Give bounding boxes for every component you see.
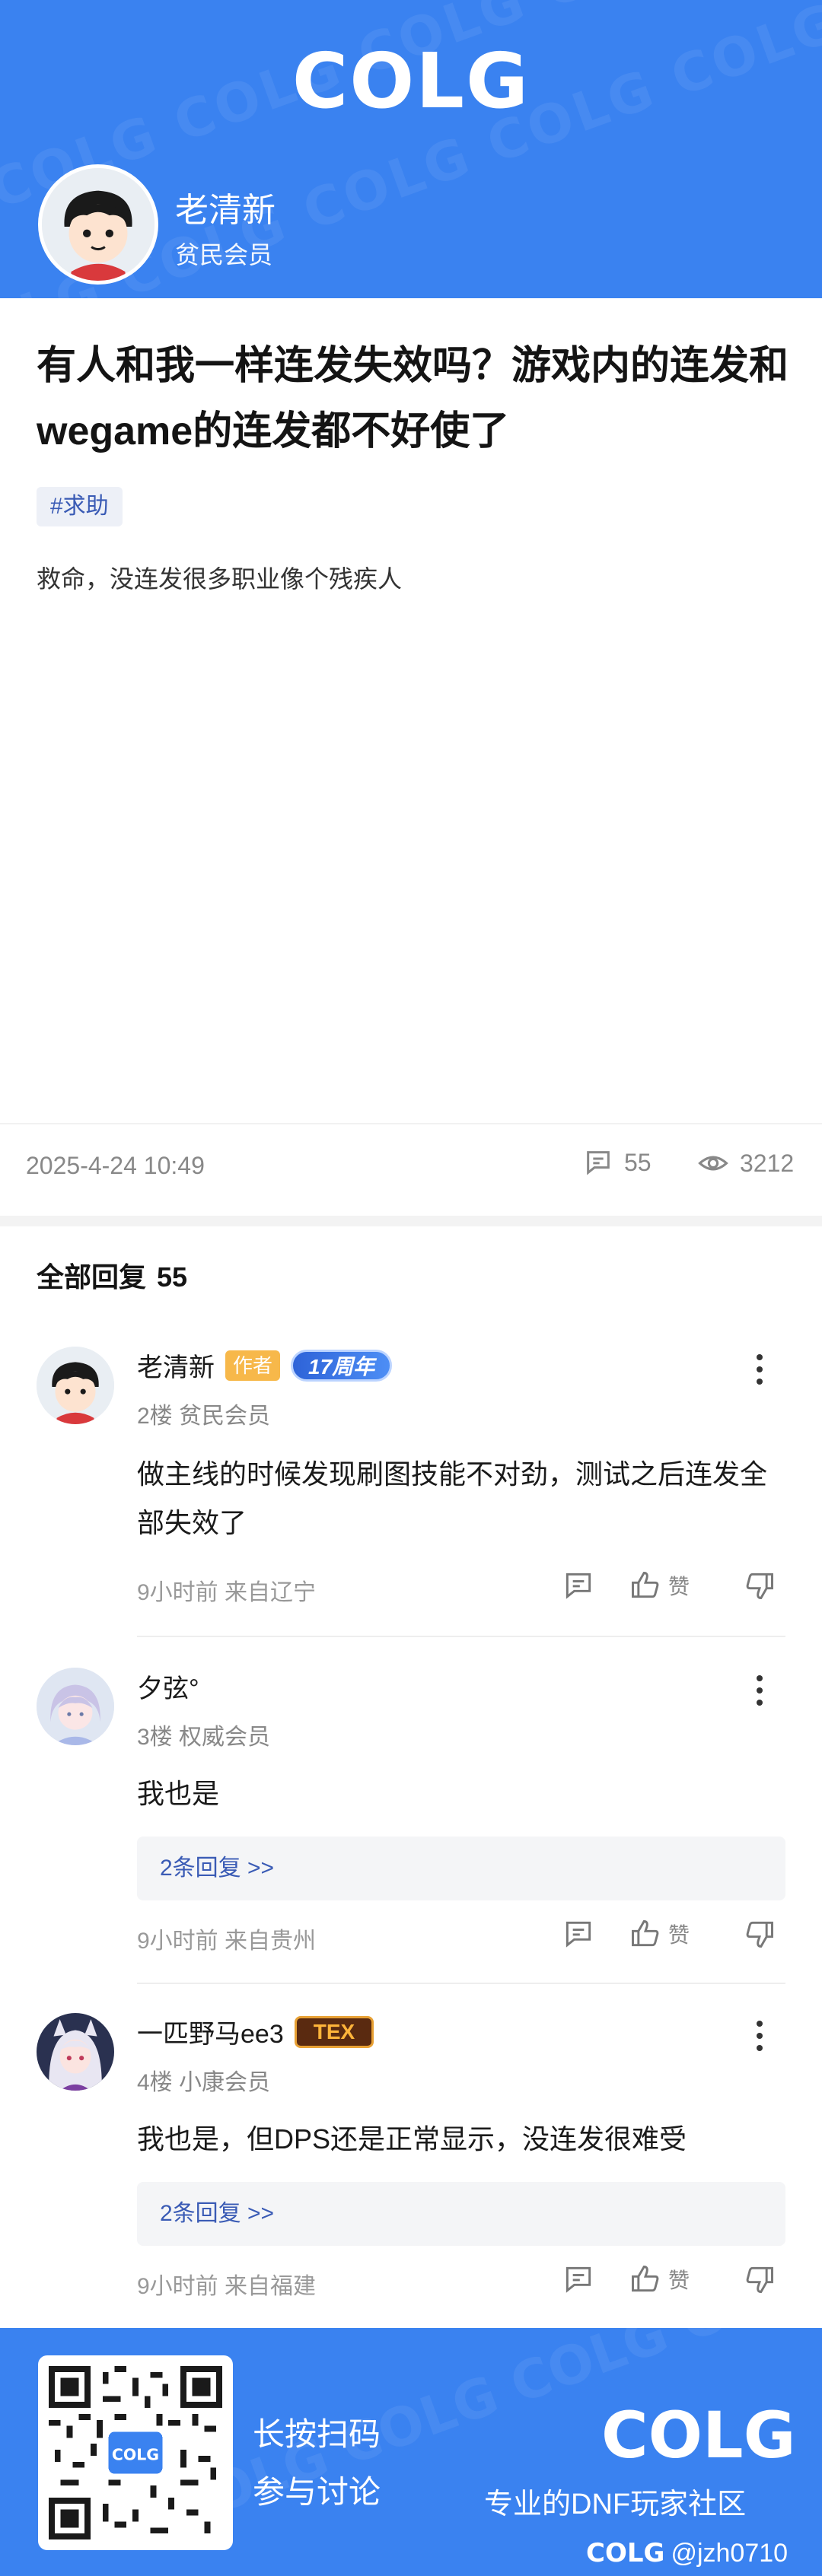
dislike-button[interactable] — [743, 2263, 776, 2296]
author-badge: 作者 — [225, 1350, 281, 1381]
view-count: 3212 — [697, 1147, 794, 1179]
svg-text:COLG: COLG — [112, 2445, 159, 2463]
comment-text: 做主线的时候发现刷图技能不对劲，测试之后连发全部失效了 — [137, 1458, 768, 1538]
author-rank: 贫民会员 — [175, 241, 273, 269]
thumbs-up-icon — [632, 2266, 659, 2292]
view-replies-link[interactable]: 2条回复 >> — [137, 2182, 785, 2246]
view-replies-link[interactable]: 2条回复 >> — [137, 1837, 785, 1900]
comment-author[interactable]: 夕弦° — [137, 1668, 199, 1705]
more-options-icon[interactable] — [750, 1675, 769, 1706]
header-banner: COLG COLG COLG COLG COLG COLG COLG COLG … — [0, 0, 822, 298]
user-watermark: COLG @jzh0710 — [586, 2538, 788, 2568]
comment-floor: 4楼 小康会员 — [137, 2070, 271, 2095]
scan-prompt-line2: 参与讨论 — [253, 2474, 381, 2510]
thumbs-down-icon — [746, 2266, 773, 2293]
reply-button[interactable] — [562, 1569, 595, 1602]
like-label: 赞 — [668, 1575, 690, 1598]
section-divider — [0, 1216, 822, 1226]
replies-heading-count: 55 — [157, 1261, 188, 1293]
reply-button[interactable] — [562, 2263, 595, 2296]
view-count-value: 3212 — [740, 1149, 795, 1177]
comment-count-value: 55 — [624, 1148, 652, 1176]
post-tag[interactable]: #求助 — [37, 487, 123, 526]
avatar[interactable] — [37, 1347, 114, 1424]
post-body: 救命，没连发很多职业像个残疾人 — [37, 565, 403, 593]
comment-divider — [137, 1636, 785, 1637]
comment-author-name: 老清新 — [137, 1353, 215, 1382]
comment-icon — [566, 2266, 591, 2293]
comment-text: 我也是，但DPS还是正常显示，没连发很难受 — [137, 2123, 687, 2155]
qr-code[interactable]: COLG — [38, 2355, 233, 2550]
thumbs-down-icon — [746, 1921, 773, 1948]
avatar[interactable] — [37, 2013, 114, 2091]
comment-divider — [137, 1983, 785, 1984]
replies-heading-label: 全部回复 — [37, 1261, 147, 1293]
comment-author-name: 一匹野马ee3 — [137, 2020, 284, 2049]
like-label: 赞 — [668, 2269, 690, 2292]
watermark-handle: @jzh0710 — [671, 2538, 789, 2568]
comment-icon — [587, 1151, 610, 1175]
comment-meta: 9小时前 来自贵州 — [137, 1929, 317, 1954]
more-options-icon[interactable] — [750, 2021, 769, 2051]
post-title: 有人和我一样连发失效吗？游戏内的连发和wegame的连发都不好使了 — [37, 344, 789, 453]
comment-author-name: 夕弦° — [137, 1674, 199, 1703]
reply-button[interactable] — [562, 1917, 595, 1951]
like-button[interactable]: 赞 — [629, 1917, 690, 1951]
comment-floor: 2楼 贫民会员 — [137, 1404, 271, 1429]
dislike-button[interactable] — [743, 1569, 776, 1602]
eye-icon — [698, 1156, 728, 1171]
comment-author[interactable]: 老清新 作者 17周年 — [137, 1347, 393, 1384]
comment-meta: 9小时前 来自福建 — [137, 2274, 317, 2299]
comment-icon — [566, 1921, 591, 1948]
tex-badge: TEX — [294, 2015, 374, 2048]
comment-text: 我也是 — [137, 1778, 220, 1809]
scan-prompt-line1: 长按扫码 — [253, 2416, 381, 2452]
replies-heading: 全部回复 55 — [37, 1255, 187, 1295]
anniversary-badge: 17周年 — [291, 1349, 393, 1382]
watermark-logo: COLG — [586, 2538, 665, 2568]
post-meta-bar: 2025-4-24 10:49 55 3212 — [0, 1123, 822, 1211]
community-slogan: 专业的DNF玩家社区 — [484, 2489, 747, 2520]
comment-author[interactable]: 一匹野马ee3 TEX — [137, 2013, 374, 2050]
comment-floor: 3楼 权威会员 — [137, 1725, 271, 1750]
comment-icon — [566, 1573, 591, 1599]
footer-banner: COLG COLG COLG COLG COLG 长按扫码 参与讨论 COLG … — [0, 2328, 822, 2576]
thumbs-up-icon — [632, 1572, 659, 1598]
colg-logo: COLG — [601, 2398, 796, 2473]
like-label: 赞 — [668, 1923, 690, 1947]
like-button[interactable]: 赞 — [629, 1569, 690, 1602]
thumbs-down-icon — [746, 1573, 773, 1599]
author-name[interactable]: 老清新 — [175, 183, 276, 231]
comment-count[interactable]: 55 — [583, 1147, 652, 1178]
more-options-icon[interactable] — [750, 1354, 769, 1385]
author-avatar[interactable] — [38, 164, 158, 285]
colg-logo: COLG — [292, 37, 530, 126]
like-button[interactable]: 赞 — [629, 2263, 690, 2296]
post-date: 2025-4-24 10:49 — [26, 1152, 205, 1179]
thumbs-up-icon — [632, 1920, 659, 1947]
comment-meta: 9小时前 来自辽宁 — [137, 1580, 317, 1605]
avatar[interactable] — [37, 1668, 114, 1745]
dislike-button[interactable] — [743, 1917, 776, 1951]
